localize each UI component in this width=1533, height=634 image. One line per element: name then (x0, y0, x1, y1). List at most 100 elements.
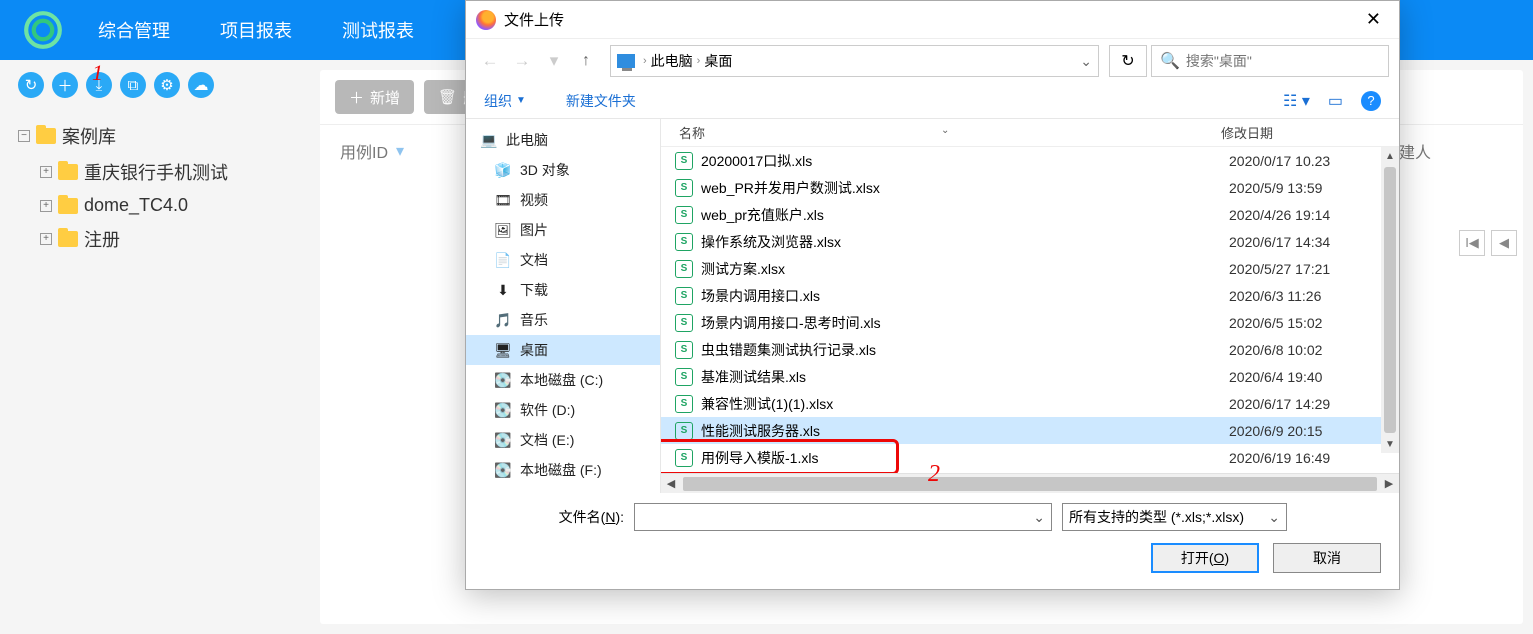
collapse-icon[interactable]: − (18, 130, 30, 142)
add-button[interactable]: ＋ (52, 72, 78, 98)
disk-icon: 💽 (494, 401, 512, 419)
file-name: 兼容性测试(1)(1).xlsx (701, 394, 1229, 414)
file-row[interactable]: S操作系统及浏览器.xlsx2020/6/17 14:34 (661, 228, 1399, 255)
sidebar-downloads[interactable]: ⬇下载 (466, 275, 660, 305)
document-icon: 📄 (494, 251, 512, 269)
sidebar-music[interactable]: 🎵音乐 (466, 305, 660, 335)
col-caseid[interactable]: 用例ID (340, 139, 388, 163)
refresh-button[interactable]: ↻ (18, 72, 44, 98)
xls-icon: S (675, 449, 693, 467)
file-date: 2020/6/17 14:29 (1229, 396, 1399, 412)
file-name: 用例导入模版-1.xls (701, 448, 1229, 468)
scroll-down-icon[interactable]: ▼ (1385, 435, 1395, 453)
filetype-value: 所有支持的类型 (*.xls;*.xlsx) (1069, 507, 1244, 527)
settings-button[interactable]: ⚙ (154, 72, 180, 98)
file-row[interactable]: Sweb_pr充值账户.xls2020/4/26 19:14 (661, 201, 1399, 228)
file-date: 2020/5/27 17:21 (1229, 261, 1399, 277)
nav-item-test-report[interactable]: 测试报表 (342, 17, 414, 43)
col-date[interactable]: 修改日期 (1221, 123, 1399, 142)
crumb-desktop[interactable]: 桌面 (704, 51, 732, 71)
sidebar-disk-f[interactable]: 💽本地磁盘 (F:) (466, 455, 660, 485)
view-mode-button[interactable]: ☷ ▾ (1283, 91, 1310, 111)
file-row[interactable]: Sweb_PR并发用户数测试.xlsx2020/5/9 13:59 (661, 174, 1399, 201)
nav-back-button[interactable]: ← (476, 47, 504, 75)
xls-icon: S (675, 260, 693, 278)
organize-button[interactable]: 组织 ▼ (484, 91, 526, 111)
sidebar-this-pc[interactable]: 💻此电脑 (466, 125, 660, 155)
sidebar-disk-d[interactable]: 💽软件 (D:) (466, 395, 660, 425)
file-list[interactable]: S20200017口拟.xls2020/0/17 10.23Sweb_PR并发用… (661, 147, 1399, 473)
scroll-right-icon[interactable]: ▶ (1379, 477, 1399, 490)
page-first-button[interactable]: I◀ (1459, 230, 1485, 256)
file-row[interactable]: S基准测试结果.xls2020/6/4 19:40 (661, 363, 1399, 390)
chevron-down-icon[interactable]: ⌄ (1268, 509, 1280, 526)
file-row[interactable]: S测试方案.xlsx2020/5/27 17:21 (661, 255, 1399, 282)
nav-forward-button[interactable]: → (508, 47, 536, 75)
search-box[interactable]: 🔍 (1151, 45, 1389, 77)
filename-input[interactable] (641, 509, 1033, 525)
page-prev-button[interactable]: ◀ (1491, 230, 1517, 256)
search-input[interactable] (1186, 53, 1380, 69)
round-toolbar: ↻ ＋ ⤓ ⧉ ⚙ ☁ (18, 72, 214, 98)
sidebar-desktop[interactable]: 🖥桌面 (466, 335, 660, 365)
sidebar-videos[interactable]: 🎞视频 (466, 185, 660, 215)
filter-icon[interactable]: ▾ (396, 141, 404, 161)
expand-icon[interactable]: + (40, 233, 52, 245)
file-row[interactable]: S20200017口拟.xls2020/0/17 10.23 (661, 147, 1399, 174)
sidebar-disk-e[interactable]: 💽文档 (E:) (466, 425, 660, 455)
dialog-title: 文件上传 (504, 9, 564, 30)
chevron-right-icon: › (643, 55, 647, 67)
crumb-dropdown[interactable]: ⌄ (1080, 53, 1092, 70)
file-list-header: 名称 ⌄ 修改日期 (661, 119, 1399, 147)
open-button[interactable]: 打开(O) (1151, 543, 1259, 573)
scroll-thumb[interactable] (683, 477, 1377, 491)
scroll-thumb[interactable] (1384, 167, 1396, 433)
main-add-button[interactable]: ＋新增 (335, 80, 414, 114)
scroll-up-icon[interactable]: ▲ (1385, 147, 1395, 165)
cancel-button[interactable]: 取消 (1273, 543, 1381, 573)
help-button[interactable]: ? (1361, 91, 1381, 111)
copy-button[interactable]: ⧉ (120, 72, 146, 98)
vertical-scrollbar[interactable]: ▲ ▼ (1381, 147, 1399, 453)
folder-icon (58, 164, 78, 180)
file-row[interactable]: S兼容性测试(1)(1).xlsx2020/6/17 14:29 (661, 390, 1399, 417)
close-button[interactable]: ✕ (1358, 5, 1389, 34)
tree-item[interactable]: + 注册 (18, 221, 298, 257)
folder-icon (36, 128, 56, 144)
file-row[interactable]: S场景内调用接口.xls2020/6/3 11:26 (661, 282, 1399, 309)
file-row[interactable]: S虫虫错题集测试执行记录.xls2020/6/8 10:02 (661, 336, 1399, 363)
cloud-button[interactable]: ☁ (188, 72, 214, 98)
tree-root-label: 案例库 (62, 123, 116, 149)
preview-pane-button[interactable]: ▭ (1328, 91, 1343, 111)
disk-icon: 💽 (494, 431, 512, 449)
tree-item[interactable]: + dome_TC4.0 (18, 190, 298, 221)
chevron-down-icon[interactable]: ⌄ (1033, 509, 1045, 526)
nav-recent-button[interactable]: ▾ (540, 47, 568, 75)
expand-icon[interactable]: + (40, 166, 52, 178)
new-folder-button[interactable]: 新建文件夹 (566, 91, 636, 111)
sidebar-3d[interactable]: 🧊3D 对象 (466, 155, 660, 185)
file-date: 2020/6/3 11:26 (1229, 288, 1399, 304)
nav-refresh-button[interactable]: ↻ (1109, 45, 1147, 77)
xls-icon: S (675, 368, 693, 386)
tree-root[interactable]: − 案例库 (18, 118, 298, 154)
nav-item-general[interactable]: 综合管理 (98, 17, 170, 43)
breadcrumb[interactable]: › 此电脑 › 桌面 ⌄ (610, 45, 1099, 77)
file-row[interactable]: S性能测试服务器.xls2020/6/9 20:15 (661, 417, 1399, 444)
filetype-combo[interactable]: 所有支持的类型 (*.xls;*.xlsx) ⌄ (1062, 503, 1287, 531)
horizontal-scrollbar[interactable]: ◀ ▶ (661, 473, 1399, 493)
nav-up-button[interactable]: ↑ (572, 52, 600, 70)
sidebar-disk-c[interactable]: 💽本地磁盘 (C:) (466, 365, 660, 395)
nav-item-project-report[interactable]: 项目报表 (220, 17, 292, 43)
scroll-left-icon[interactable]: ◀ (661, 477, 681, 490)
sidebar-documents[interactable]: 📄文档 (466, 245, 660, 275)
col-creator[interactable]: 创建人 (1383, 139, 1503, 163)
tree-item[interactable]: + 重庆银行手机测试 (18, 154, 298, 190)
annotation-2: 2 (928, 461, 940, 488)
sidebar-pictures[interactable]: 🖼图片 (466, 215, 660, 245)
file-row[interactable]: S用例导入模版-1.xls2020/6/19 16:49 (661, 444, 1399, 471)
file-row[interactable]: S场景内调用接口-思考时间.xls2020/6/5 15:02 (661, 309, 1399, 336)
expand-icon[interactable]: + (40, 200, 52, 212)
filename-combo[interactable]: ⌄ (634, 503, 1052, 531)
crumb-pc[interactable]: 此电脑 (651, 51, 693, 71)
